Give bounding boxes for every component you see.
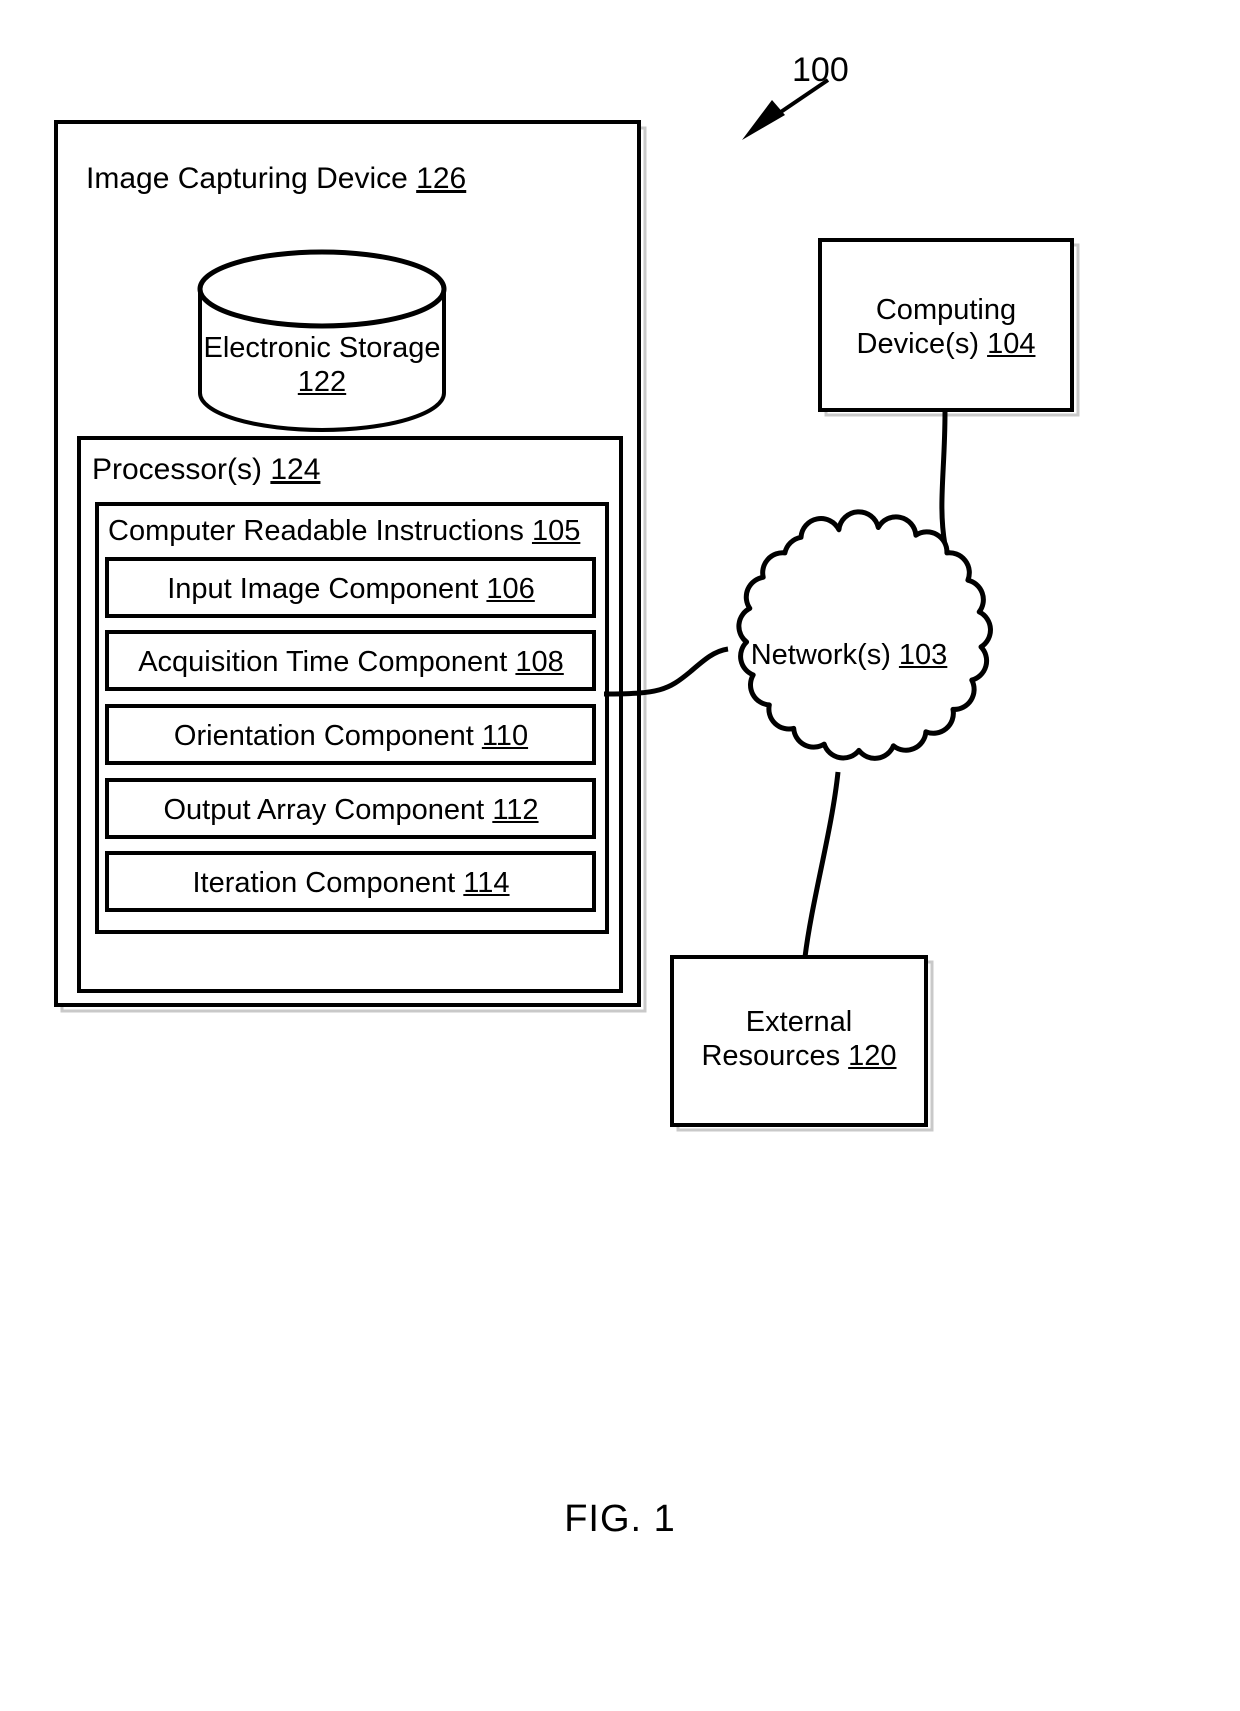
network-label: Network(s) 103 bbox=[751, 638, 948, 672]
computer-readable-instructions-text: Computer Readable Instructions bbox=[108, 515, 524, 547]
component-text-3: Output Array Component bbox=[163, 794, 485, 826]
figure-caption-text: FIG. 1 bbox=[564, 1498, 676, 1540]
connector-computing-to-network bbox=[939, 411, 948, 546]
connector-network-to-external bbox=[802, 771, 841, 958]
processors-label: Processor(s) 124 bbox=[92, 452, 320, 487]
figure-canvas: 100 Image Capturing Device 126 Electroni… bbox=[0, 0, 1240, 1711]
figure-caption: FIG. 1 bbox=[0, 1498, 1240, 1541]
system-reference-number: 100 bbox=[792, 51, 849, 89]
image-capturing-device-ref: 126 bbox=[416, 162, 467, 195]
component-ref-2: 110 bbox=[481, 720, 529, 752]
electronic-storage-ref: 122 bbox=[297, 366, 347, 399]
component-text-1: Acquisition Time Component bbox=[138, 646, 508, 678]
component-label-input-image: Input Image Component 106 bbox=[167, 572, 535, 606]
component-text-0: Input Image Component bbox=[167, 573, 479, 605]
computing-devices-line1: Computing bbox=[875, 294, 1017, 326]
component-ref-0: 106 bbox=[486, 573, 535, 605]
computing-devices-line2: Device(s) bbox=[856, 328, 980, 361]
image-capturing-device-label: Image Capturing Device 126 bbox=[86, 161, 466, 196]
component-label-output-array: Output Array Component 112 bbox=[163, 793, 538, 827]
component-label-iteration: Iteration Component 114 bbox=[192, 866, 509, 900]
electronic-storage-label: Electronic Storage 122 bbox=[204, 331, 441, 399]
system-reference-label: 100 bbox=[792, 50, 849, 90]
component-text-4: Iteration Component bbox=[192, 867, 456, 899]
computing-devices-ref: 104 bbox=[987, 328, 1036, 361]
external-resources-line1: External bbox=[745, 1006, 853, 1038]
network-text: Network(s) bbox=[750, 639, 891, 671]
diagram-shapes bbox=[54, 78, 1080, 1132]
processors-ref: 124 bbox=[270, 453, 321, 486]
computing-devices-label: Computing Device(s) 104 bbox=[857, 293, 1036, 361]
component-label-acquisition-time: Acquisition Time Component 108 bbox=[138, 645, 564, 679]
component-ref-4: 114 bbox=[463, 867, 510, 899]
image-capturing-device-text: Image Capturing Device bbox=[86, 162, 408, 195]
component-ref-3: 112 bbox=[492, 794, 539, 826]
external-resources-ref: 120 bbox=[848, 1040, 897, 1073]
electronic-storage-text: Electronic Storage bbox=[203, 332, 441, 364]
network-cloud bbox=[736, 509, 993, 761]
component-label-orientation: Orientation Component 110 bbox=[174, 719, 528, 753]
processors-text: Processor(s) bbox=[92, 453, 263, 486]
external-resources-line2: Resources bbox=[701, 1040, 841, 1073]
component-ref-1: 108 bbox=[515, 646, 564, 678]
component-text-2: Orientation Component bbox=[173, 720, 474, 752]
computer-readable-instructions-label: Computer Readable Instructions 105 bbox=[108, 514, 580, 548]
external-resources-label: External Resources 120 bbox=[701, 1005, 896, 1073]
network-ref: 103 bbox=[898, 639, 948, 671]
computer-readable-instructions-ref: 105 bbox=[531, 515, 581, 547]
